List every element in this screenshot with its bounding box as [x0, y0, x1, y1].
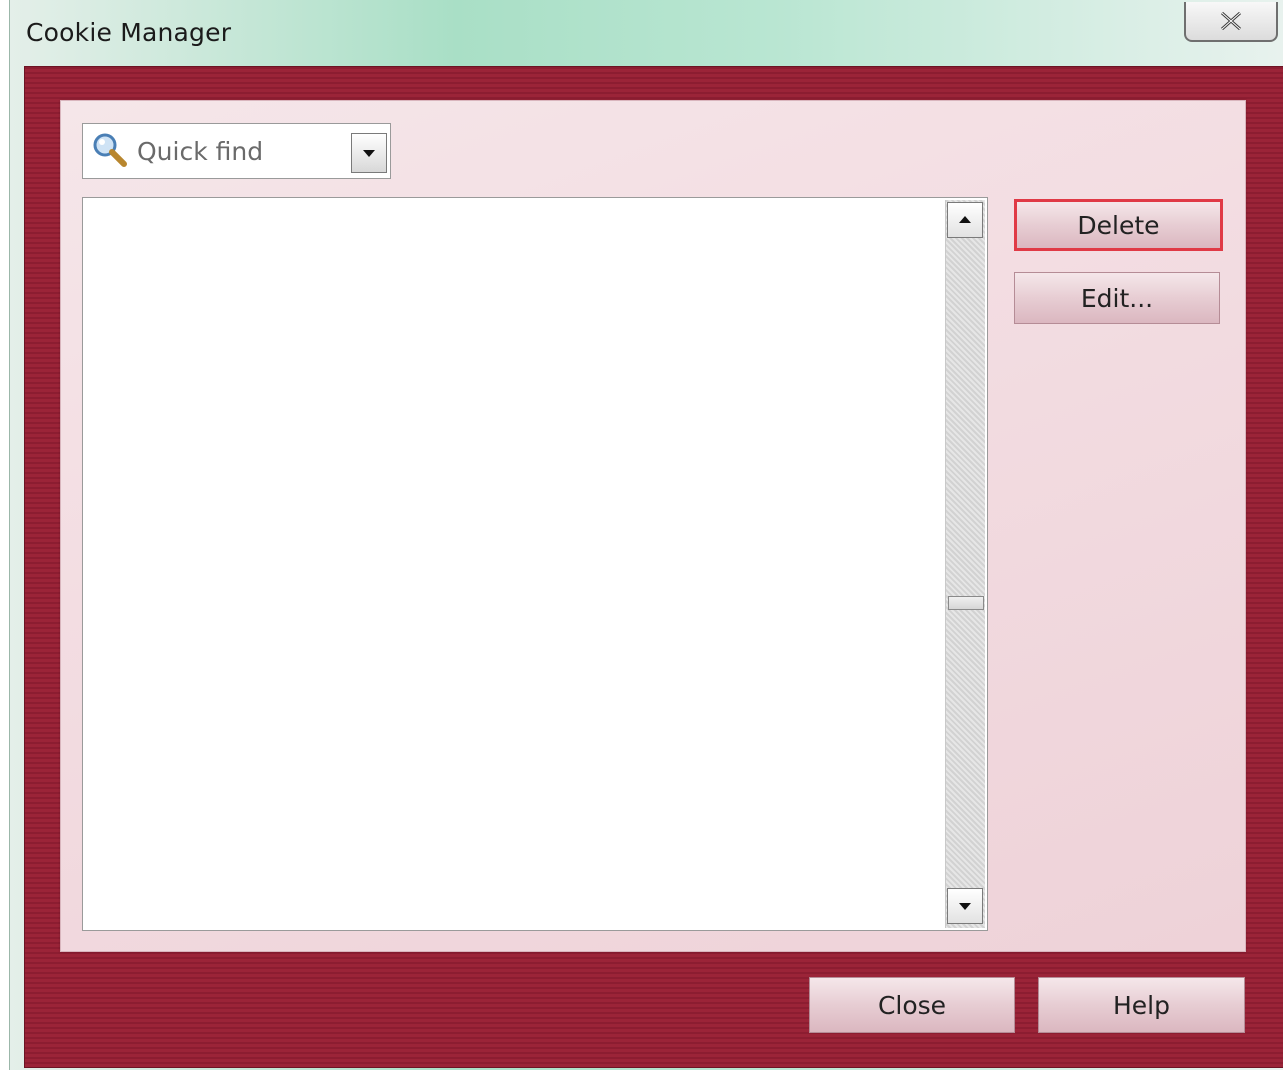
edit-button[interactable]: Edit... [1014, 272, 1220, 324]
arrow-up-icon [959, 216, 971, 223]
dialog-frame: Delete Edit... Close Help [24, 66, 1283, 1068]
scroll-thumb[interactable] [948, 596, 984, 610]
window-title: Cookie Manager [26, 18, 232, 47]
chevron-down-icon [363, 150, 375, 157]
quick-find-input[interactable] [137, 133, 347, 169]
scroll-up-button[interactable] [947, 202, 983, 238]
search-icon [93, 133, 127, 167]
arrow-down-icon [959, 903, 971, 910]
close-button[interactable]: Close [809, 977, 1015, 1033]
cookie-panel: Delete Edit... [60, 100, 1246, 952]
help-button[interactable]: Help [1038, 977, 1245, 1033]
cookie-list[interactable] [82, 197, 988, 931]
delete-button[interactable]: Delete [1014, 199, 1223, 251]
cookie-manager-window: Cookie Manager Quick find Delete Edit...… [9, 0, 1283, 1070]
window-close-button[interactable] [1184, 2, 1278, 42]
vertical-scrollbar[interactable] [945, 200, 985, 928]
quick-find-box [82, 123, 391, 179]
quick-find-dropdown-button[interactable] [351, 133, 387, 173]
scroll-down-button[interactable] [947, 888, 983, 924]
close-icon [1221, 11, 1241, 31]
